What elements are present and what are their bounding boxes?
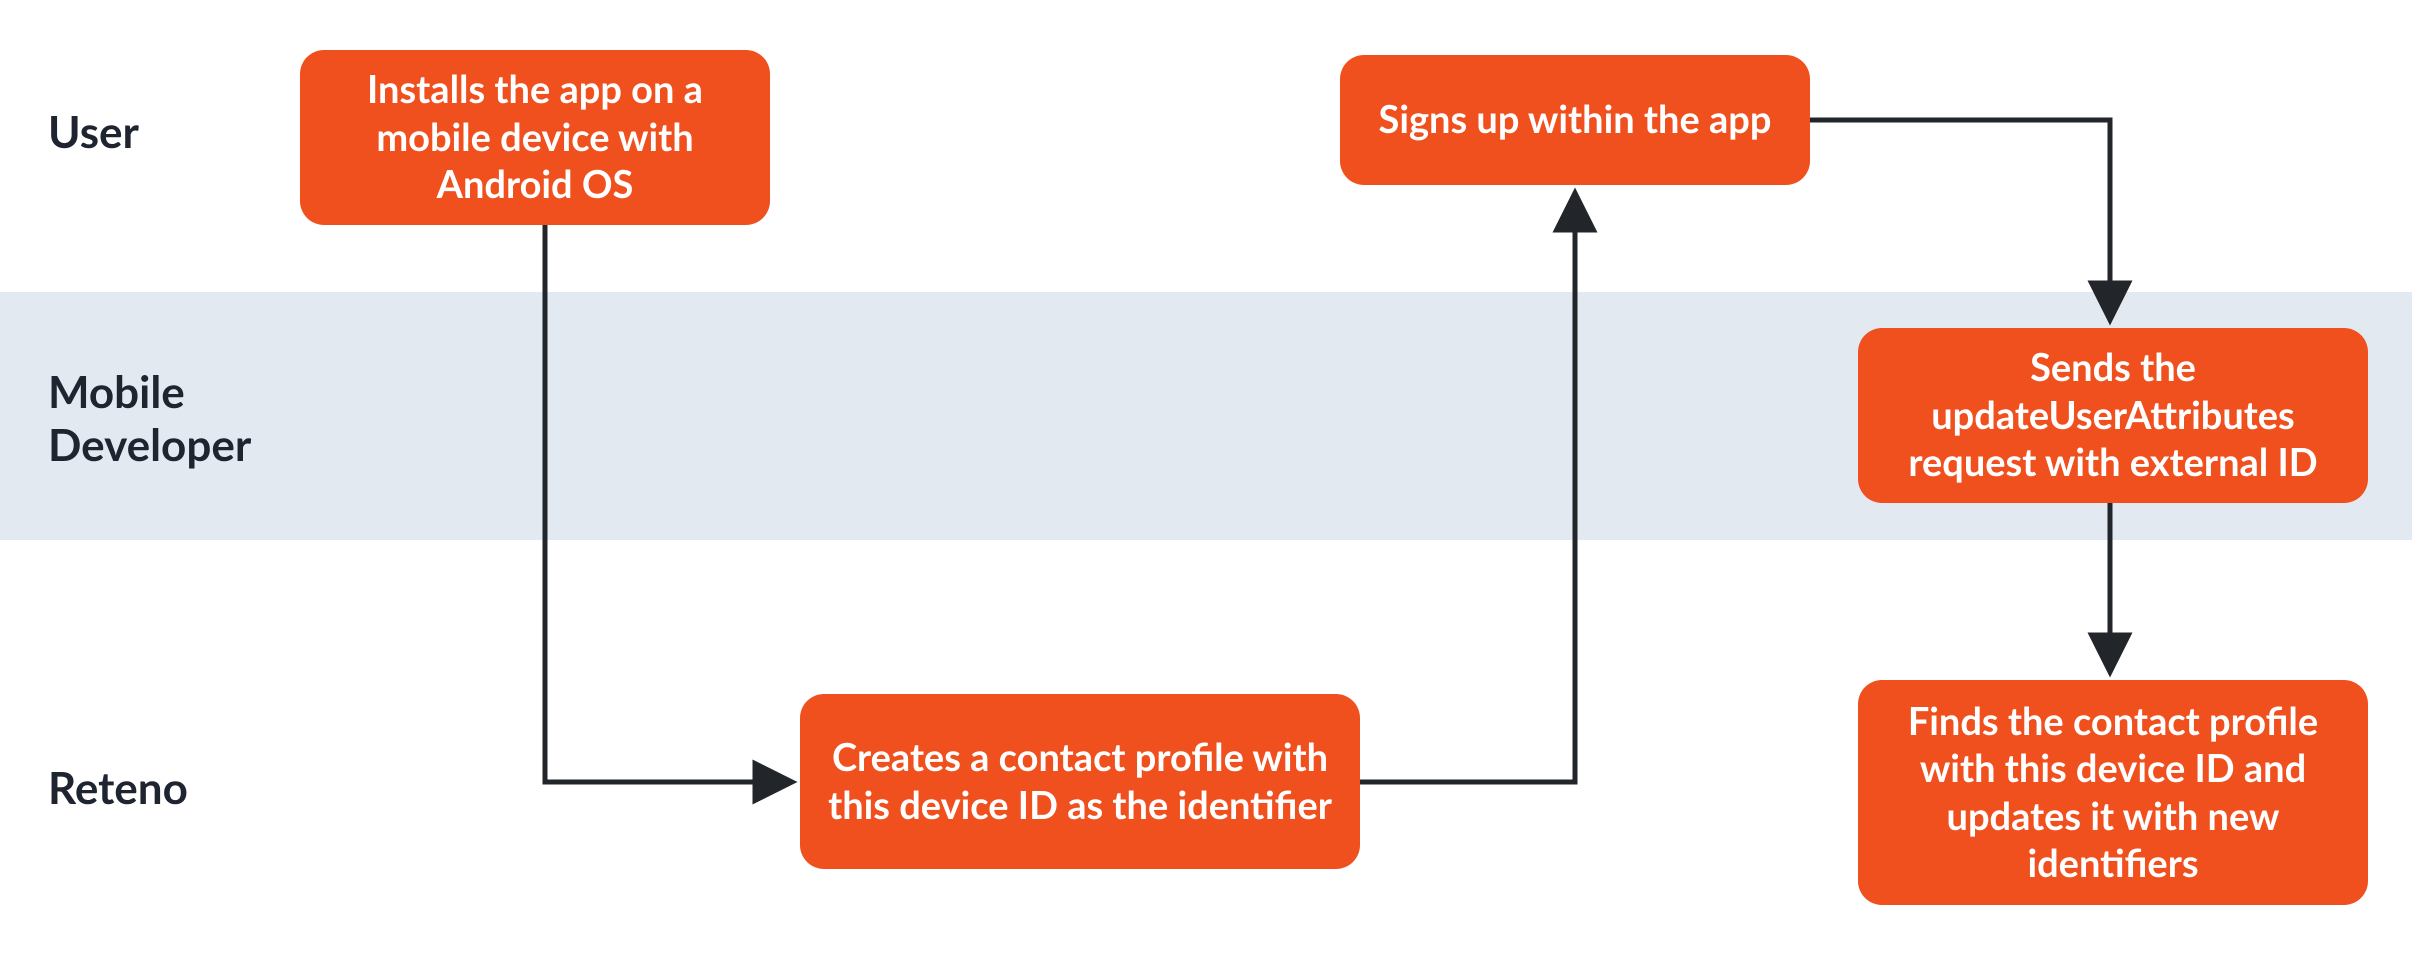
lane-label-dev-line1: Mobile: [48, 366, 185, 418]
edge-c-to-d: [1810, 120, 2110, 318]
lane-label-mobile-developer: Mobile Developer: [48, 366, 251, 472]
swimlane-diagram: User Mobile Developer Reteno Installs th…: [0, 0, 2412, 972]
node-installs-app: Installs the app on a mobile device with…: [300, 50, 770, 225]
lane-label-dev-line2: Developer: [48, 419, 251, 471]
lane-label-user: User: [48, 106, 139, 159]
node-creates-profile: Creates a contact profile with this devi…: [800, 694, 1360, 869]
node-signs-up: Signs up within the app: [1340, 55, 1810, 185]
node-finds-updates: Finds the contact profile with this devi…: [1858, 680, 2368, 905]
lane-label-reteno: Reteno: [48, 762, 188, 815]
node-sends-update: Sends the updateUserAttributes request w…: [1858, 328, 2368, 503]
